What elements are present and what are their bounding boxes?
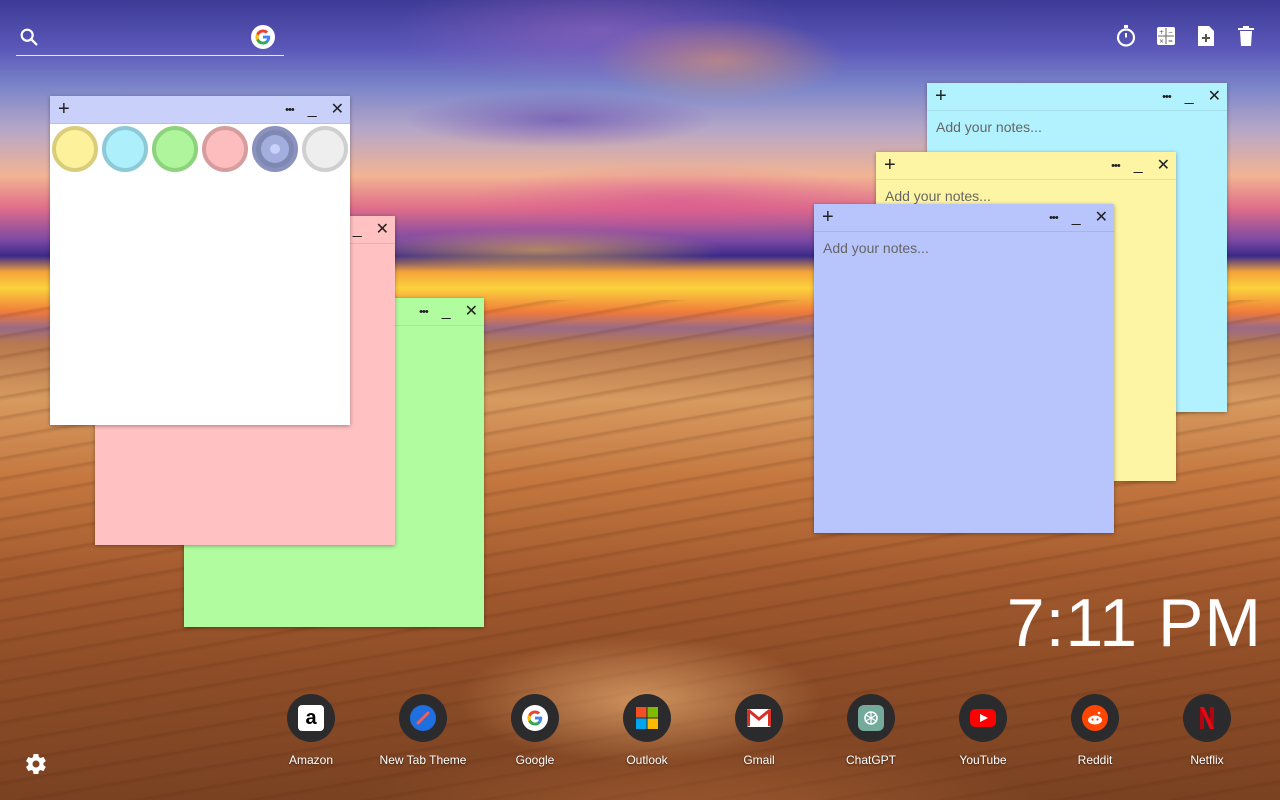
- color-swatch-cyan[interactable]: [102, 126, 148, 172]
- minimize-icon[interactable]: _: [1134, 158, 1143, 174]
- svg-text:×: ×: [1159, 38, 1164, 45]
- stopwatch-icon[interactable]: [1116, 24, 1136, 48]
- shortcut-reddit[interactable]: Reddit: [1039, 694, 1151, 767]
- shortcut-label: Netflix: [1190, 753, 1224, 767]
- note-menu-icon[interactable]: •••: [1162, 89, 1172, 105]
- google-search-icon[interactable]: [251, 25, 275, 49]
- shortcut-chatgpt[interactable]: ChatGPT: [815, 694, 927, 767]
- trash-icon[interactable]: [1236, 24, 1256, 48]
- minimize-icon[interactable]: _: [353, 222, 362, 238]
- note-titlebar[interactable]: + ••• _ ✕: [50, 96, 350, 124]
- shortcut-amazon[interactable]: a Amazon: [255, 694, 367, 767]
- shortcut-outlook[interactable]: Outlook: [591, 694, 703, 767]
- shortcut-label: Amazon: [288, 753, 334, 767]
- search-icon[interactable]: [18, 26, 40, 48]
- svg-text:−: −: [1168, 29, 1173, 36]
- color-swatch-blue-selected[interactable]: [252, 126, 298, 172]
- shortcut-dock: a Amazon New Tab Theme Google Outlook Gm…: [255, 694, 1263, 767]
- close-icon[interactable]: ✕: [1095, 210, 1108, 226]
- shortcut-label: Outlook: [626, 753, 668, 767]
- note-menu-icon[interactable]: •••: [1111, 158, 1121, 174]
- shortcut-new-tab-theme[interactable]: New Tab Theme: [367, 694, 479, 767]
- minimize-icon[interactable]: _: [1185, 89, 1194, 105]
- add-note-button[interactable]: +: [58, 99, 70, 119]
- close-icon[interactable]: ✕: [376, 222, 389, 238]
- clock: 7:11 PM: [1006, 585, 1262, 661]
- shortcut-label: New Tab Theme: [379, 753, 467, 767]
- gmail-icon[interactable]: [735, 694, 783, 742]
- note-titlebar[interactable]: + ••• _ ✕: [876, 152, 1176, 180]
- add-note-button[interactable]: +: [822, 207, 834, 227]
- shortcut-label: ChatGPT: [845, 753, 896, 767]
- google-icon[interactable]: [511, 694, 559, 742]
- gear-icon[interactable]: [24, 752, 48, 776]
- calculator-icon[interactable]: + − × =: [1156, 24, 1176, 48]
- outlook-icon[interactable]: [623, 694, 671, 742]
- close-icon[interactable]: ✕: [1208, 89, 1221, 105]
- sticky-note-white[interactable]: + ••• _ ✕: [50, 96, 350, 425]
- color-swatch-green[interactable]: [152, 126, 198, 172]
- amazon-icon[interactable]: a: [287, 694, 335, 742]
- shortcut-label: YouTube: [959, 753, 1007, 767]
- add-note-button[interactable]: +: [935, 86, 947, 106]
- shortcut-label: Reddit: [1077, 753, 1113, 767]
- shortcut-gmail[interactable]: Gmail: [703, 694, 815, 767]
- note-titlebar[interactable]: + ••• _ ✕: [814, 204, 1114, 232]
- shortcut-google[interactable]: Google: [479, 694, 591, 767]
- add-note-icon[interactable]: [1196, 24, 1216, 48]
- search-input[interactable]: [50, 24, 250, 50]
- close-icon[interactable]: ✕: [331, 102, 344, 118]
- note-menu-icon[interactable]: •••: [1049, 210, 1059, 226]
- close-icon[interactable]: ✕: [1157, 158, 1170, 174]
- search-bar: [16, 20, 284, 56]
- reddit-icon[interactable]: [1071, 694, 1119, 742]
- toolbar: + − × =: [1116, 24, 1256, 48]
- color-palette: [50, 124, 350, 174]
- netflix-icon[interactable]: [1183, 694, 1231, 742]
- youtube-icon[interactable]: [959, 694, 1007, 742]
- shortcut-netflix[interactable]: Netflix: [1151, 694, 1263, 767]
- chatgpt-icon[interactable]: [847, 694, 895, 742]
- note-menu-icon[interactable]: •••: [285, 102, 295, 118]
- shortcut-label: Gmail: [743, 753, 775, 767]
- add-note-button[interactable]: +: [884, 155, 896, 175]
- note-text-area[interactable]: Add your notes...: [814, 232, 1114, 264]
- shortcut-youtube[interactable]: YouTube: [927, 694, 1039, 767]
- svg-text:=: =: [1168, 38, 1173, 45]
- minimize-icon[interactable]: _: [442, 304, 451, 320]
- minimize-icon[interactable]: _: [308, 102, 317, 118]
- color-swatch-pink[interactable]: [202, 126, 248, 172]
- sticky-note-blue[interactable]: + ••• _ ✕ Add your notes...: [814, 204, 1114, 533]
- color-swatch-yellow[interactable]: [52, 126, 98, 172]
- close-icon[interactable]: ✕: [465, 304, 478, 320]
- note-titlebar[interactable]: + ••• _ ✕: [927, 83, 1227, 111]
- svg-text:+: +: [1159, 29, 1164, 36]
- color-swatch-white[interactable]: [302, 126, 348, 172]
- new-tab-theme-icon[interactable]: [399, 694, 447, 742]
- shortcut-label: Google: [515, 753, 555, 767]
- note-text-area[interactable]: Add your notes...: [927, 111, 1227, 143]
- note-menu-icon[interactable]: •••: [419, 304, 429, 320]
- minimize-icon[interactable]: _: [1072, 210, 1081, 226]
